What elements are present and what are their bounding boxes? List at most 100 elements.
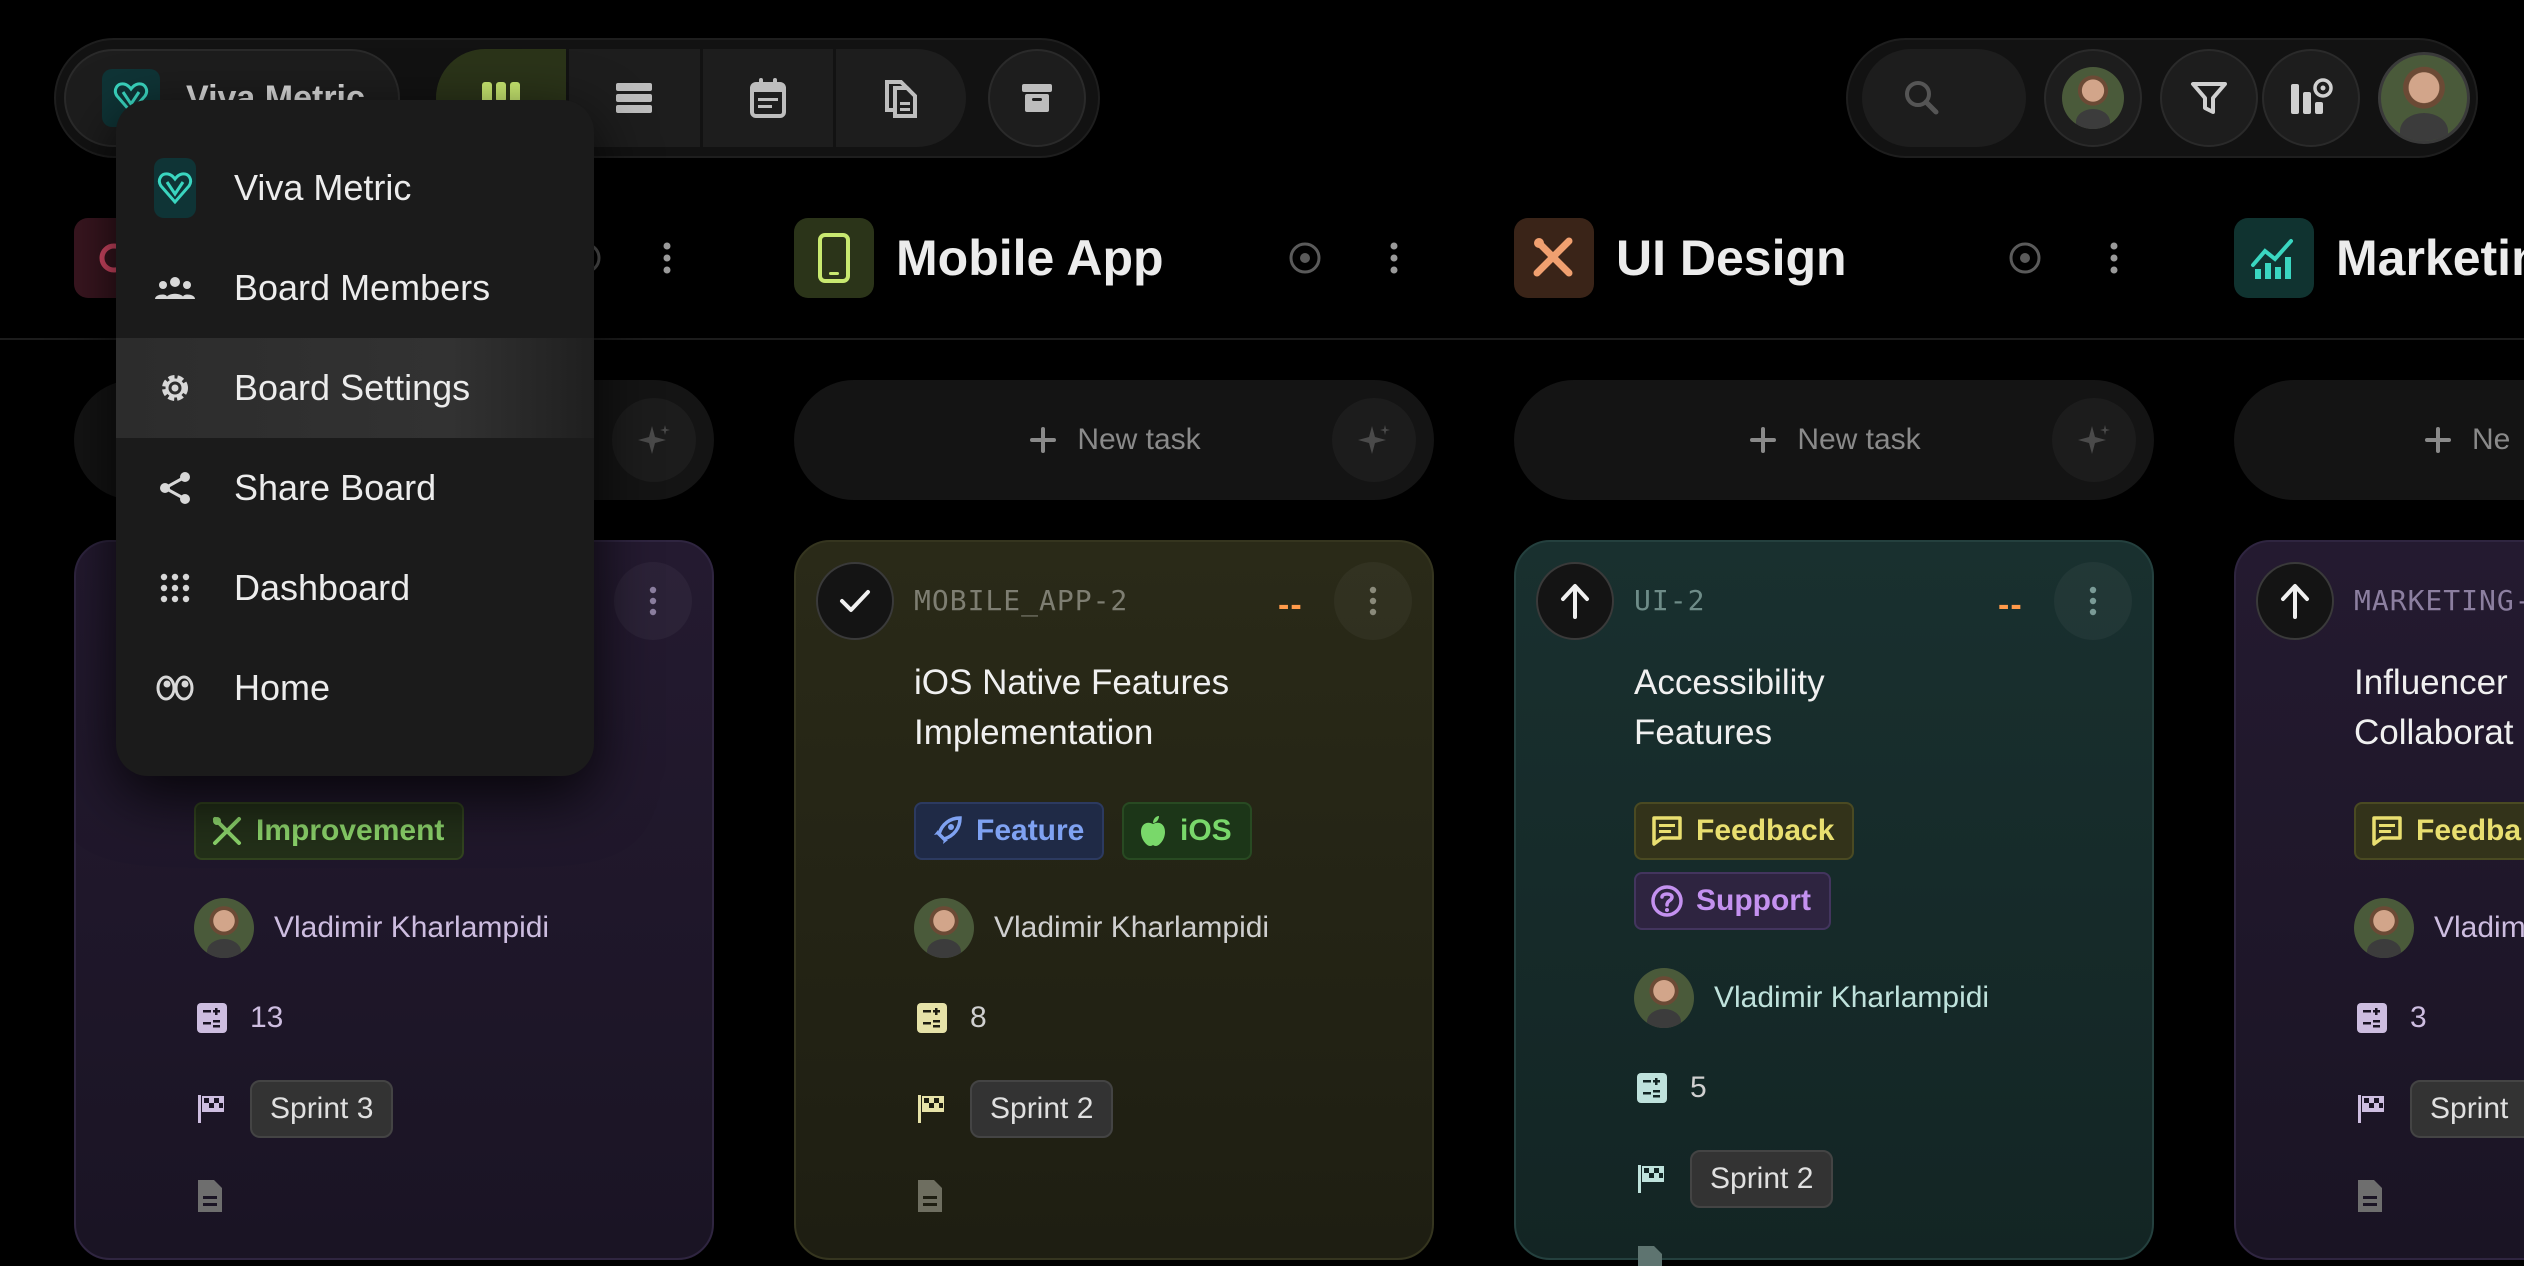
avatar	[194, 898, 254, 958]
assignee[interactable]: Vladimir Kharlampidi	[914, 898, 1269, 958]
sprint-badge[interactable]: Sprint 2	[1690, 1150, 1834, 1208]
dashboard-grid-icon	[154, 572, 196, 604]
estimate-row: 8	[914, 1000, 987, 1036]
menu-item-share-board[interactable]: Share Board	[116, 438, 594, 538]
calculator-icon	[2357, 1003, 2387, 1033]
ai-sparkle-button[interactable]	[2052, 398, 2136, 482]
search-button[interactable]	[1862, 49, 2026, 147]
home-eyes-icon	[154, 673, 196, 703]
new-task-button[interactable]: New task	[794, 380, 1434, 500]
assignee[interactable]: Vladimir Kharlampidi	[1634, 968, 1989, 1028]
flag-icon	[1638, 1165, 1664, 1193]
menu-item-board-settings[interactable]: Board Settings	[116, 338, 594, 438]
member-filter-avatar-button[interactable]	[2044, 49, 2142, 147]
new-task-button[interactable]: New task	[1514, 380, 2154, 500]
sparkle-icon	[1358, 425, 1390, 454]
priority-status-button[interactable]	[2256, 562, 2334, 640]
menu-item-board-members[interactable]: Board Members	[116, 238, 594, 338]
viva-logo-icon	[154, 158, 196, 218]
avatar	[2062, 67, 2124, 129]
ai-sparkle-button[interactable]	[612, 398, 696, 482]
column-header-ui-design: UI Design	[1514, 210, 1847, 306]
user-avatar-button[interactable]	[2378, 52, 2470, 144]
check-icon	[840, 590, 870, 612]
plus-icon	[1030, 427, 1057, 453]
documents-icon	[884, 80, 917, 118]
task-title[interactable]: Accessibility Features	[1634, 658, 2054, 758]
estimate-row: 3	[2354, 1000, 2427, 1036]
column-more-icon[interactable]	[1387, 238, 1401, 278]
comment-icon	[2372, 816, 2402, 846]
task-title[interactable]: iOS Native Features Implementation	[914, 658, 1334, 758]
sprint-row: Sprint	[2354, 1080, 2524, 1138]
phone-icon	[794, 218, 874, 298]
menu-item-viva-metric[interactable]: Viva Metric	[116, 138, 594, 238]
share-icon	[154, 470, 196, 506]
column-header-mobile-app: Mobile App	[794, 210, 1164, 306]
document-icon	[918, 1180, 942, 1212]
sprint-badge[interactable]: Sprint 3	[250, 1080, 394, 1138]
arrow-up-icon	[2281, 584, 2309, 619]
column-more-icon[interactable]	[660, 238, 674, 278]
new-task-label: Ne	[2472, 423, 2511, 456]
document-row	[2354, 1178, 2386, 1214]
assignee[interactable]: Vladimir Kharlampidi	[194, 898, 549, 958]
task-card[interactable]: MOBILE_APP-2 -- iOS Native Features Impl…	[794, 540, 1434, 1260]
task-card[interactable]: UI-2 -- Accessibility Features Feedback …	[1514, 540, 2154, 1266]
comment-icon	[1652, 816, 1682, 846]
sprint-row: Sprint 3	[194, 1080, 394, 1138]
sparkle-icon	[638, 425, 670, 454]
card-more-icon[interactable]	[1334, 562, 1412, 640]
new-task-label: New task	[1797, 423, 1921, 456]
members-icon	[154, 273, 196, 303]
documents-view-button[interactable]	[836, 49, 966, 147]
sprint-badge[interactable]: Sprint	[2410, 1080, 2524, 1138]
avatar	[914, 898, 974, 958]
column-title: Marketin	[2336, 230, 2524, 286]
document-icon	[1638, 1246, 1662, 1266]
calculator-icon	[197, 1003, 227, 1033]
menu-item-dashboard[interactable]: Dashboard	[116, 538, 594, 638]
column-title: UI Design	[1616, 230, 1847, 286]
tag-feedback: Feedba	[2354, 802, 2524, 860]
avatar	[1634, 968, 1694, 1028]
calendar-view-button[interactable]	[703, 49, 836, 147]
calendar-icon	[749, 78, 786, 118]
assignee[interactable]: Vladim	[2354, 898, 2524, 958]
filter-icon	[2191, 82, 2227, 114]
new-task-button[interactable]: Ne	[2234, 380, 2524, 500]
priority-indicator: --	[1998, 586, 2023, 624]
sprint-badge[interactable]: Sprint 2	[970, 1080, 1114, 1138]
new-task-label: New task	[1077, 423, 1201, 456]
task-title[interactable]: Influencer Collaborat	[2354, 658, 2524, 758]
ai-sparkle-button[interactable]	[1332, 398, 1416, 482]
column-focus-icon[interactable]	[1288, 241, 1322, 275]
flag-icon	[198, 1095, 224, 1123]
task-id: MOBILE_APP-2	[914, 584, 1129, 617]
column-focus-icon[interactable]	[2008, 241, 2042, 275]
column-header-marketing: Marketin	[2234, 210, 2524, 306]
column-more-icon[interactable]	[2107, 238, 2121, 278]
card-more-icon[interactable]	[2054, 562, 2132, 640]
tag-feedback: Feedback	[1634, 802, 1855, 860]
priority-status-button[interactable]	[1536, 562, 1614, 640]
flag-icon	[2358, 1095, 2384, 1123]
task-card[interactable]: MARKETING- Influencer Collaborat Feedba …	[2234, 540, 2524, 1260]
list-icon	[616, 83, 653, 113]
plus-icon	[1750, 427, 1777, 453]
rocket-icon	[934, 816, 962, 844]
tools-icon	[213, 817, 241, 845]
flag-icon	[918, 1095, 944, 1123]
archive-button[interactable]	[988, 49, 1086, 147]
board-view-settings-button[interactable]	[2262, 49, 2360, 147]
card-more-icon[interactable]	[614, 562, 692, 640]
filter-button[interactable]	[2160, 49, 2258, 147]
chart-icon	[2234, 218, 2314, 298]
document-row	[194, 1178, 226, 1214]
menu-item-home[interactable]: Home	[116, 638, 594, 738]
sprint-row: Sprint 2	[1634, 1150, 1834, 1208]
apple-icon	[1141, 816, 1165, 846]
complete-status-button[interactable]	[816, 562, 894, 640]
design-tools-icon	[1514, 218, 1594, 298]
board-menu: Viva Metric Board Members Board Settings…	[116, 100, 594, 776]
